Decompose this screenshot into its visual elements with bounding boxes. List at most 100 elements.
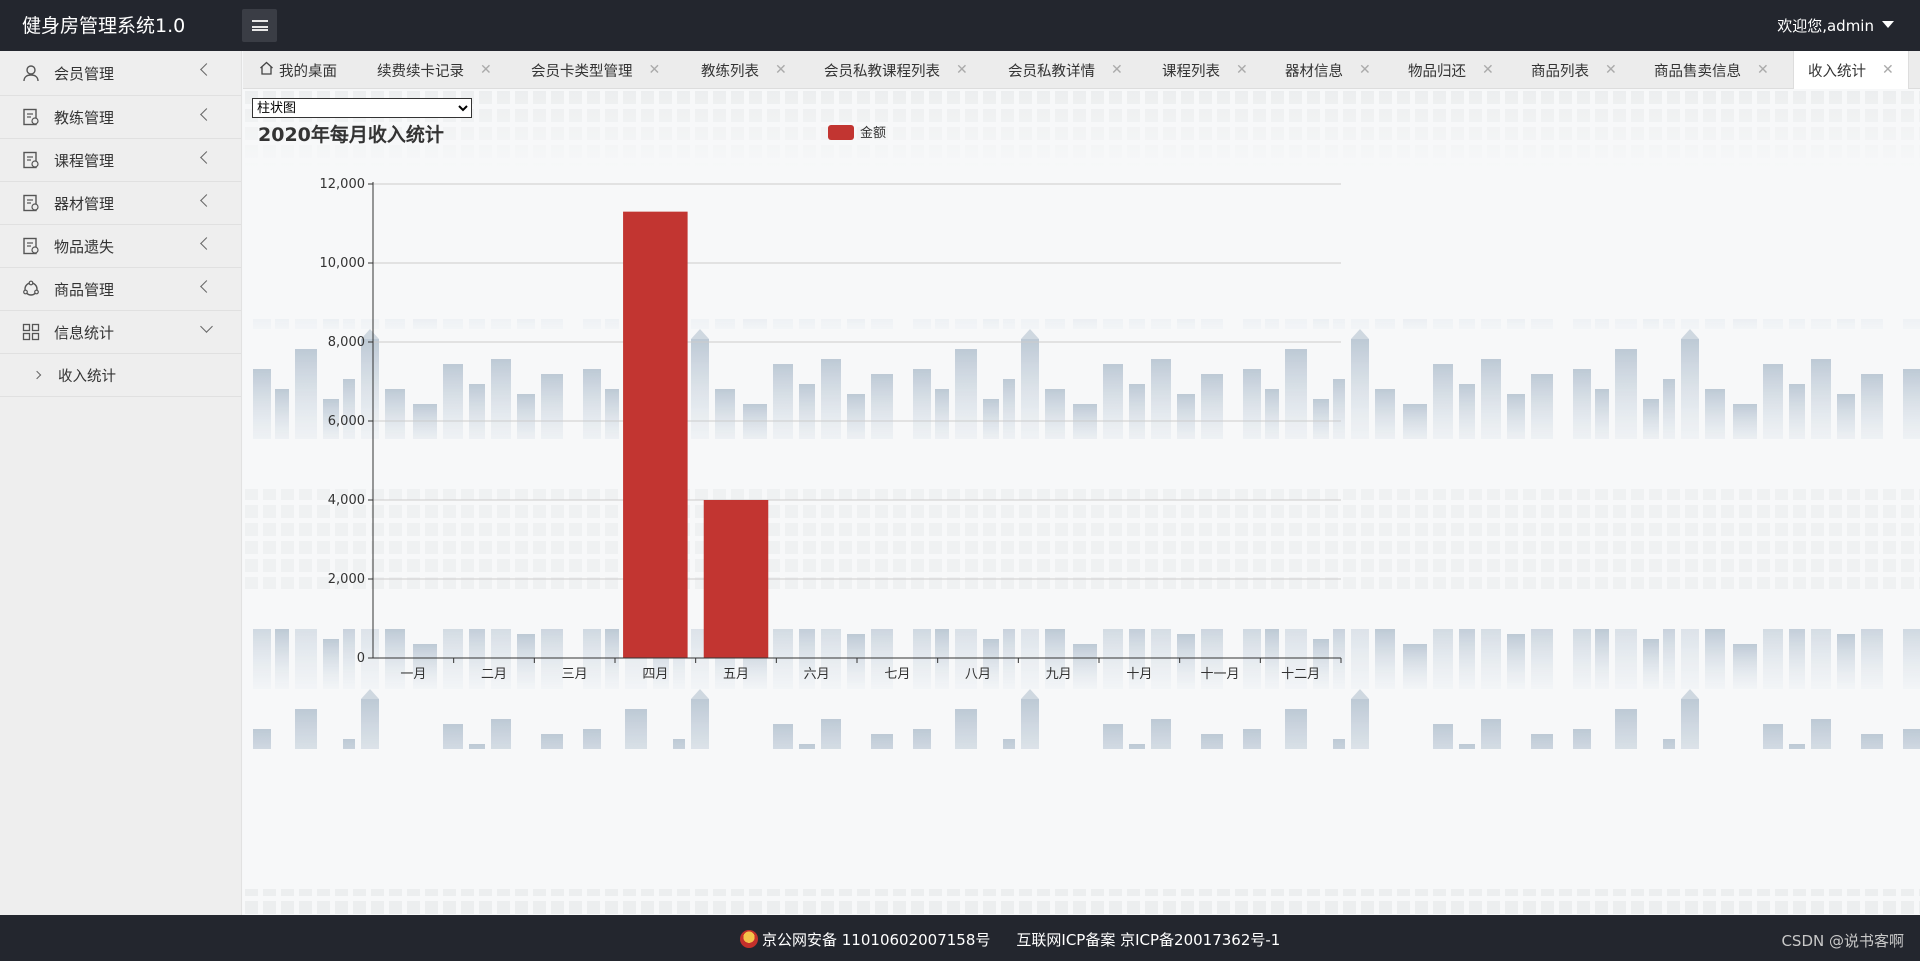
- close-icon[interactable]: ✕: [1111, 62, 1123, 78]
- chart-axes: 0 2,000 4,000 6,000 8,000 10,000 12,000 一月 二月 三月 四…: [320, 177, 1342, 682]
- close-icon[interactable]: ✕: [649, 62, 661, 78]
- tab-goods-list[interactable]: 商品列表 ✕: [1531, 51, 1617, 89]
- tab-bar: 我的桌面 续费续卡记录 ✕ 会员卡类型管理 ✕ 教练列表 ✕ 会员私教课程列表 ✕ 会员…: [243, 51, 1920, 89]
- close-icon[interactable]: ✕: [480, 62, 492, 78]
- x-tick-label: 三月: [562, 667, 588, 682]
- circle-nodes-icon: [22, 280, 40, 298]
- sidebar-item-label: 物品遗失: [54, 237, 115, 256]
- police-record-label: 京公网安备 11010602007158号: [762, 931, 991, 949]
- x-tick-label: 十一月: [1200, 667, 1239, 682]
- chevron-left-icon: [200, 237, 213, 250]
- chevron-left-icon: [200, 151, 213, 164]
- y-tick-label: 0: [357, 651, 365, 666]
- x-tick-label: 九月: [1046, 667, 1072, 682]
- chevron-left-icon: [200, 63, 213, 76]
- x-tick-label: 八月: [965, 667, 991, 682]
- sidebar-item-statistics[interactable]: 信息统计: [0, 311, 241, 354]
- legend-label: 金额: [860, 125, 886, 141]
- sidebar-item-member[interactable]: 会员管理: [0, 51, 241, 96]
- tab-item-return[interactable]: 物品归还 ✕: [1408, 51, 1494, 89]
- main-content: 柱状图 2020年每月收入统计 金额 0 2,000 4,000 6,000 8,000…: [243, 89, 1920, 915]
- tab-label: 商品列表: [1531, 63, 1589, 80]
- tab-label: 课程列表: [1162, 63, 1220, 80]
- bar-五月[interactable]: [703, 500, 769, 658]
- tab-income-stats[interactable]: 收入统计 ✕: [1793, 51, 1909, 89]
- sidebar-item-goods[interactable]: 商品管理: [0, 268, 241, 311]
- caret-down-icon: [1882, 20, 1894, 28]
- x-tick-label: 五月: [723, 667, 749, 682]
- tab-equipment-info[interactable]: 器材信息 ✕: [1285, 51, 1371, 89]
- sidebar-item-label: 商品管理: [54, 280, 115, 299]
- hamburger-icon: [251, 20, 268, 31]
- chart-gridlines: [373, 183, 1341, 580]
- tab-course-list[interactable]: 课程列表 ✕: [1162, 51, 1248, 89]
- sidebar-item-equipment[interactable]: 器材管理: [0, 182, 241, 225]
- sidebar-item-lost-items[interactable]: 物品遗失: [0, 225, 241, 268]
- tab-renewal-records[interactable]: 续费续卡记录 ✕: [377, 51, 492, 89]
- x-tick-label: 一月: [400, 667, 426, 682]
- close-icon[interactable]: ✕: [775, 62, 787, 78]
- chart-title: 2020年每月收入统计: [258, 123, 444, 146]
- close-icon[interactable]: ✕: [1359, 62, 1371, 78]
- close-icon[interactable]: ✕: [1605, 62, 1617, 78]
- close-icon[interactable]: ✕: [956, 62, 968, 78]
- tab-label: 会员私教课程列表: [824, 63, 940, 80]
- menu-toggle-button[interactable]: [242, 9, 277, 42]
- x-tick-label: 十月: [1126, 667, 1152, 682]
- tab-label: 商品售卖信息: [1654, 63, 1741, 80]
- y-tick-label: 8,000: [328, 335, 365, 350]
- sidebar-subitem-income-stats[interactable]: 收入统计: [0, 354, 241, 397]
- bar-四月[interactable]: [623, 211, 688, 658]
- tab-label: 会员卡类型管理: [531, 63, 633, 80]
- chart-bars: [623, 211, 769, 658]
- sidebar-item-label: 信息统计: [54, 323, 115, 342]
- x-tick-label: 二月: [481, 667, 507, 682]
- tab-label: 物品归还: [1408, 63, 1466, 80]
- user-menu[interactable]: 欢迎您,admin: [1777, 15, 1894, 36]
- user-welcome-label: 欢迎您,admin: [1777, 17, 1874, 35]
- tab-goods-sales[interactable]: 商品售卖信息 ✕: [1654, 51, 1769, 89]
- police-record[interactable]: 京公网安备 11010602007158号: [740, 929, 990, 950]
- y-tick-label: 12,000: [320, 177, 366, 192]
- police-badge-icon: [740, 930, 758, 948]
- tab-label: 我的桌面: [279, 63, 337, 80]
- y-tick-label: 10,000: [320, 256, 366, 271]
- chevron-left-icon: [200, 194, 213, 207]
- tab-desktop[interactable]: 我的桌面: [259, 51, 337, 89]
- form-icon: [22, 108, 40, 126]
- y-tick-label: 4,000: [328, 493, 365, 508]
- tab-private-details[interactable]: 会员私教详情 ✕: [1008, 51, 1123, 89]
- footer: 京公网安备 11010602007158号 互联网ICP备案 京ICP备2001…: [0, 915, 1920, 961]
- sidebar-item-coach[interactable]: 教练管理: [0, 96, 241, 139]
- tab-label: 会员私教详情: [1008, 63, 1095, 80]
- close-icon[interactable]: ✕: [1236, 62, 1248, 78]
- legend-swatch[interactable]: [828, 125, 854, 140]
- x-tick-label: 十二月: [1281, 667, 1320, 682]
- income-bar-chart: 2020年每月收入统计 金额 0 2,000 4,000 6,000 8,000 10,0…: [258, 123, 1342, 682]
- app-title: 健身房管理系统1.0: [22, 15, 186, 37]
- chevron-right-icon: [32, 370, 42, 380]
- tab-card-types[interactable]: 会员卡类型管理 ✕: [531, 51, 660, 89]
- form-icon: [22, 194, 40, 212]
- chevron-left-icon: [200, 108, 213, 121]
- close-icon[interactable]: ✕: [1882, 62, 1894, 78]
- tab-private-courses[interactable]: 会员私教课程列表 ✕: [824, 51, 968, 89]
- close-icon[interactable]: ✕: [1482, 62, 1494, 78]
- chevron-down-icon: [200, 320, 213, 333]
- x-tick-label: 六月: [804, 667, 830, 682]
- close-icon[interactable]: ✕: [1757, 62, 1769, 78]
- sidebar-item-course[interactable]: 课程管理: [0, 139, 241, 182]
- sidebar-subitem-label: 收入统计: [58, 368, 116, 385]
- sidebar-item-label: 教练管理: [54, 108, 115, 127]
- x-tick-label: 四月: [642, 667, 668, 682]
- footer-info: 京公网安备 11010602007158号 互联网ICP备案 京ICP备2001…: [740, 929, 1280, 950]
- tab-label: 收入统计: [1808, 63, 1866, 80]
- csdn-watermark: CSDN @说书客啊: [1781, 932, 1904, 950]
- tab-coach-list[interactable]: 教练列表 ✕: [701, 51, 787, 89]
- sidebar-item-label: 课程管理: [54, 151, 115, 170]
- icp-record-label[interactable]: 互联网ICP备案 京ICP备20017362号-1: [1016, 929, 1280, 950]
- x-tick-label: 七月: [884, 667, 910, 682]
- home-icon: [259, 61, 274, 79]
- form-icon: [22, 151, 40, 169]
- tab-label: 续费续卡记录: [377, 63, 464, 80]
